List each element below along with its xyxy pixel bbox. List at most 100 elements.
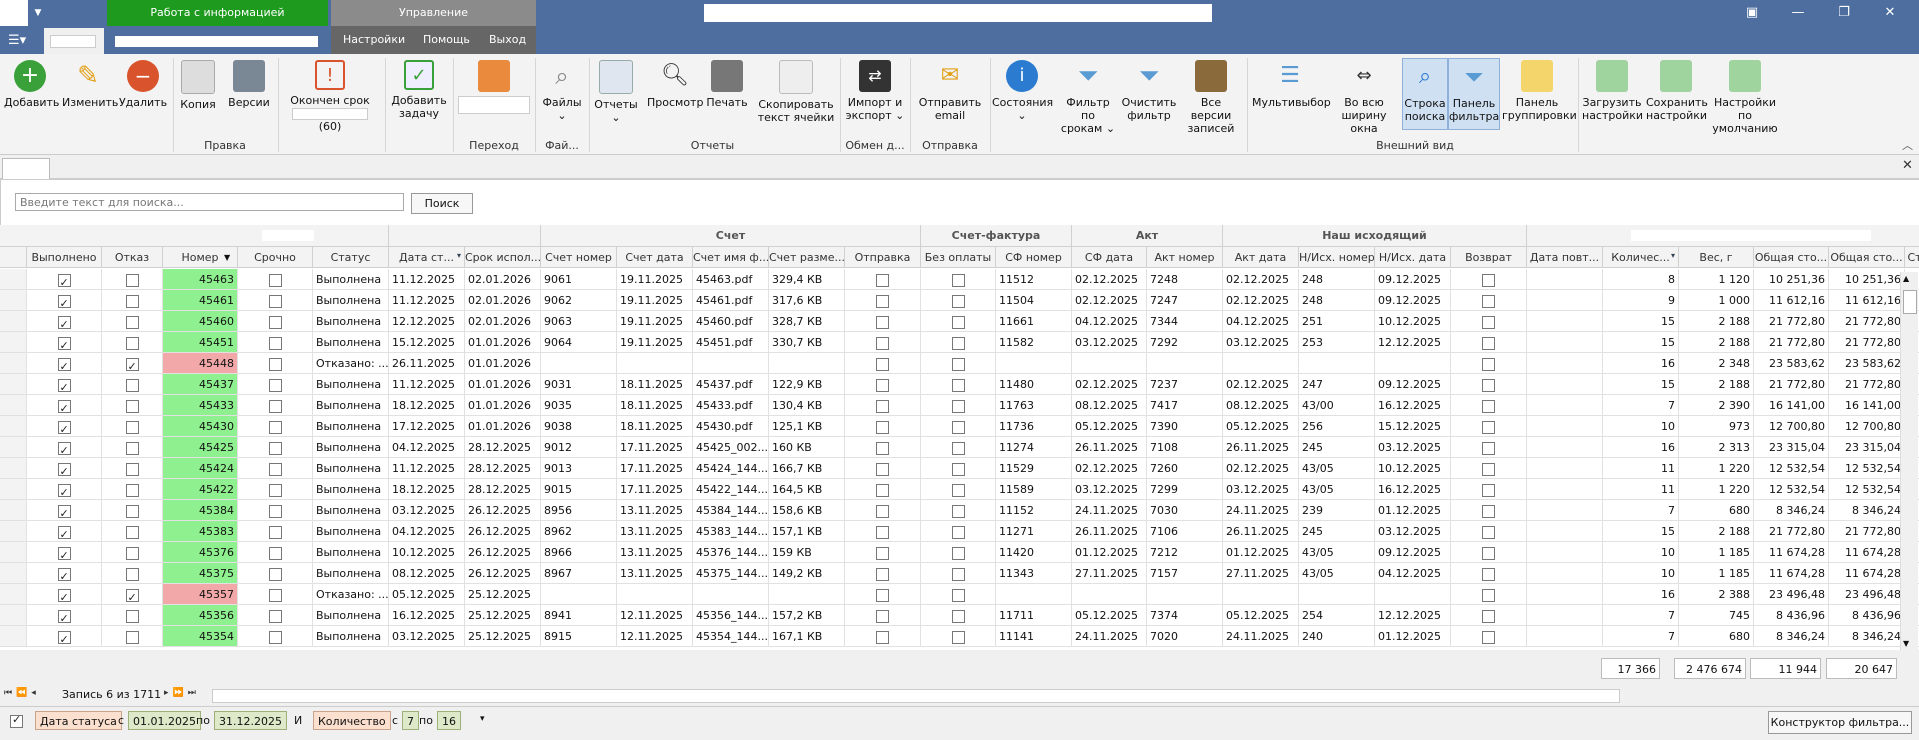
- urgent-checkbox[interactable]: [268, 462, 282, 476]
- add-button[interactable]: + Добавить: [4, 60, 59, 109]
- filter-field-status-date[interactable]: Дата статуса: [35, 711, 122, 730]
- document-tab[interactable]: [2, 158, 50, 179]
- cell-refused[interactable]: [102, 605, 163, 626]
- ret-checkbox[interactable]: [1482, 504, 1495, 518]
- cell-send[interactable]: [845, 374, 921, 395]
- refused-checkbox[interactable]: [125, 273, 139, 287]
- cell-ret[interactable]: [1451, 563, 1527, 584]
- ret-checkbox[interactable]: [1482, 546, 1495, 560]
- deadline-expired-button[interactable]: ! Окончен срок (60): [280, 60, 380, 133]
- cell-nopay[interactable]: [921, 269, 996, 290]
- filter-dropdown-icon[interactable]: ▾: [480, 714, 485, 724]
- ret-checkbox[interactable]: [1482, 336, 1495, 350]
- copy-button[interactable]: Копия: [178, 60, 218, 111]
- urgent-checkbox[interactable]: [268, 378, 282, 392]
- cell-nopay[interactable]: [921, 458, 996, 479]
- horizontal-scrollbar[interactable]: [212, 689, 1620, 703]
- send-checkbox[interactable]: [876, 315, 889, 329]
- cell-nopay[interactable]: [921, 395, 996, 416]
- refused-checkbox[interactable]: [125, 294, 139, 308]
- cell-send[interactable]: [845, 311, 921, 332]
- send-checkbox[interactable]: [876, 441, 889, 455]
- cell-ret[interactable]: [1451, 521, 1527, 542]
- cell-ret[interactable]: [1451, 416, 1527, 437]
- cell-nopay[interactable]: [921, 311, 996, 332]
- column-header[interactable]: Без оплаты: [921, 247, 996, 268]
- cell-send[interactable]: [845, 626, 921, 647]
- ret-checkbox[interactable]: [1482, 441, 1495, 455]
- done-checkbox[interactable]: [57, 566, 71, 583]
- vertical-scrollbar[interactable]: ▲ ▼: [1900, 272, 1918, 650]
- nav-first-prev-icons[interactable]: ⏮⏪◂: [4, 688, 40, 698]
- refused-checkbox[interactable]: [125, 546, 139, 560]
- column-header[interactable]: Счет номер: [541, 247, 617, 268]
- urgent-checkbox[interactable]: [268, 609, 282, 623]
- urgent-checkbox[interactable]: [268, 294, 282, 308]
- cell-done[interactable]: [27, 479, 102, 500]
- filter-field-quantity[interactable]: Количество: [313, 711, 391, 730]
- cell-done[interactable]: [27, 605, 102, 626]
- restore-icon[interactable]: ▣: [1730, 0, 1774, 26]
- cell-send[interactable]: [845, 458, 921, 479]
- column-header[interactable]: Акт дата: [1223, 247, 1299, 268]
- cell-done[interactable]: [27, 353, 102, 374]
- ret-checkbox[interactable]: [1482, 315, 1495, 329]
- cell-nopay[interactable]: [921, 521, 996, 542]
- cell-done[interactable]: [27, 395, 102, 416]
- states-button[interactable]: i Состояния ⌄: [992, 60, 1053, 122]
- close-button[interactable]: ✕: [1868, 0, 1912, 26]
- column-header[interactable]: Общая сто...: [1754, 247, 1829, 268]
- copy-cell-text-button[interactable]: Скопировать текст ячейки: [756, 60, 836, 124]
- filter-date-to[interactable]: 31.12.2025: [214, 711, 287, 730]
- done-checkbox[interactable]: [57, 608, 71, 625]
- refused-checkbox[interactable]: [125, 399, 139, 413]
- full-width-button[interactable]: ⇔ Во всю ширину окна: [1332, 60, 1396, 135]
- cell-refused[interactable]: [102, 563, 163, 584]
- cell-refused[interactable]: [102, 353, 163, 374]
- cell-send[interactable]: [845, 542, 921, 563]
- done-checkbox[interactable]: [57, 629, 71, 646]
- cell-refused[interactable]: [102, 479, 163, 500]
- cell-send[interactable]: [845, 290, 921, 311]
- menu-settings[interactable]: Настройки: [343, 26, 405, 54]
- cell-ret[interactable]: [1451, 374, 1527, 395]
- cell-urgent[interactable]: [238, 353, 313, 374]
- hamburger-menu-icon[interactable]: ☰▾: [8, 33, 26, 48]
- cell-refused[interactable]: [102, 458, 163, 479]
- cell-ret[interactable]: [1451, 626, 1527, 647]
- delete-button[interactable]: − Удалить: [118, 60, 168, 109]
- urgent-checkbox[interactable]: [268, 525, 282, 539]
- done-checkbox[interactable]: [57, 272, 71, 289]
- column-header[interactable]: Дата повт...: [1527, 247, 1603, 268]
- cell-nopay[interactable]: [921, 290, 996, 311]
- ret-checkbox[interactable]: [1482, 378, 1495, 392]
- refused-checkbox[interactable]: [125, 462, 139, 476]
- default-settings-button[interactable]: Настройки по умолчанию: [1708, 60, 1782, 135]
- cell-nopay[interactable]: [921, 626, 996, 647]
- cell-send[interactable]: [845, 353, 921, 374]
- column-header[interactable]: Отправка: [845, 247, 921, 268]
- cell-nopay[interactable]: [921, 563, 996, 584]
- collapse-ribbon-icon[interactable]: ︿: [1902, 137, 1913, 153]
- refused-checkbox[interactable]: [125, 587, 139, 604]
- close-document-icon[interactable]: ✕: [1902, 158, 1913, 173]
- column-header[interactable]: Срочно: [238, 247, 313, 268]
- urgent-checkbox[interactable]: [268, 420, 282, 434]
- filter-constructor-button[interactable]: Конструктор фильтра...: [1768, 711, 1912, 734]
- done-checkbox[interactable]: [57, 419, 71, 436]
- refused-checkbox[interactable]: [125, 336, 139, 350]
- urgent-checkbox[interactable]: [268, 273, 282, 287]
- column-header[interactable]: Отказ: [102, 247, 163, 268]
- nopay-checkbox[interactable]: [951, 357, 965, 371]
- cell-ret[interactable]: [1451, 542, 1527, 563]
- cell-done[interactable]: [27, 626, 102, 647]
- maximize-button[interactable]: ❐: [1822, 0, 1866, 26]
- filter-by-deadline-button[interactable]: ⏷ Фильтр по срокам ⌄: [1060, 60, 1116, 135]
- save-settings-button[interactable]: Сохранить настройки: [1646, 60, 1708, 122]
- ret-checkbox[interactable]: [1482, 609, 1495, 623]
- cell-done[interactable]: [27, 437, 102, 458]
- column-header[interactable]: Возврат: [1451, 247, 1527, 268]
- column-header[interactable]: Дата ст...: [389, 247, 465, 268]
- files-button[interactable]: ⌕ Файлы ⌄: [538, 60, 586, 122]
- search-row-toggle[interactable]: ⌕ Строка поиска: [1402, 58, 1448, 130]
